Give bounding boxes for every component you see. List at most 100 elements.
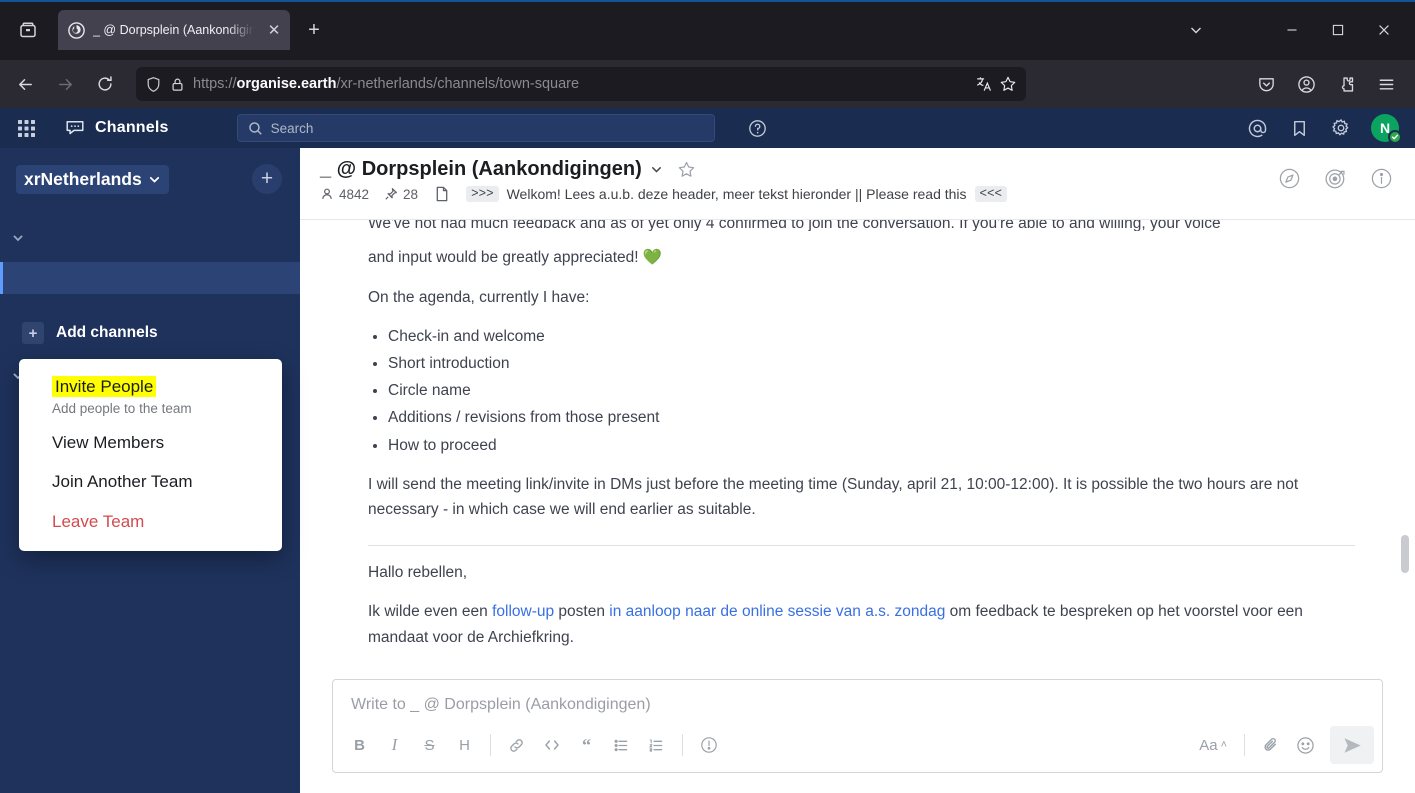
add-channels-button[interactable]: + Add channels <box>0 316 300 350</box>
account-icon[interactable] <box>1287 67 1325 101</box>
extensions-icon[interactable] <box>1327 67 1365 101</box>
mattermost-favicon <box>68 21 85 39</box>
plus-icon: + <box>22 322 44 344</box>
maximize-button[interactable] <box>1315 10 1361 50</box>
avatar[interactable]: N <box>1371 114 1402 144</box>
attach-file-icon[interactable] <box>1254 729 1287 762</box>
tab-close-icon[interactable]: ✕ <box>264 20 284 40</box>
new-tab-button[interactable]: + <box>297 13 331 47</box>
pocket-icon[interactable] <box>1247 67 1285 101</box>
menu-item-leave-team[interactable]: Leave Team <box>19 506 282 538</box>
sidebar-category-collapsed[interactable] <box>0 210 300 248</box>
channels-icon <box>64 117 86 139</box>
channel-members-count[interactable]: 4842 <box>320 187 369 202</box>
list-item: Check-in and welcome <box>388 324 1355 349</box>
menu-item-label: Join Another Team <box>52 472 193 491</box>
menu-item-label: Leave Team <box>52 511 145 531</box>
code-button[interactable] <box>535 729 568 762</box>
link-button[interactable] <box>500 729 533 762</box>
toolbar-divider <box>490 734 491 756</box>
toolbar-divider <box>682 734 683 756</box>
agenda-list: Check-in and welcome Short introduction … <box>388 324 1355 458</box>
link-online-sessie[interactable]: in aanloop naar de online sessie van a.s… <box>609 603 945 620</box>
channel-actions-target-icon[interactable] <box>1323 166 1347 190</box>
bookmark-star-icon[interactable] <box>999 75 1017 93</box>
italic-button[interactable]: I <box>378 729 411 762</box>
message-priority-icon[interactable] <box>692 729 725 762</box>
channel-title[interactable]: _ @ Dorpsplein (Aankondigingen) <box>320 158 642 181</box>
channel-header: _ @ Dorpsplein (Aankondigingen) 4842 28 … <box>300 148 1415 220</box>
post-list-scrollbar[interactable] <box>1401 535 1409 573</box>
favorite-star-icon[interactable] <box>677 160 696 179</box>
tab-title: _ @ Dorpsplein (Aankondiginge <box>93 23 256 37</box>
heading-button[interactable]: H <box>448 729 481 762</box>
message-input[interactable]: Write to _ @ Dorpsplein (Aankondigingen) <box>333 680 1382 720</box>
lock-icon[interactable] <box>170 77 185 92</box>
center-channel: _ @ Dorpsplein (Aankondigingen) 4842 28 … <box>300 148 1415 793</box>
link-follow-up[interactable]: follow-up <box>492 603 554 620</box>
menu-item-invite-people[interactable]: Invite People Add people to the team <box>19 371 282 419</box>
numbered-list-button[interactable] <box>640 729 673 762</box>
strikethrough-button[interactable]: S <box>413 729 446 762</box>
window-controls <box>1173 10 1407 50</box>
reload-button[interactable] <box>86 67 124 101</box>
quote-button[interactable]: “ <box>570 729 603 762</box>
product-switcher-icon[interactable] <box>12 114 40 142</box>
channel-pinned-count[interactable]: 28 <box>384 187 418 202</box>
list-all-tabs-button[interactable] <box>1173 10 1219 50</box>
post-divider <box>368 544 1355 546</box>
product-title[interactable]: Channels <box>64 117 169 139</box>
bulleted-list-button[interactable] <box>605 729 638 762</box>
search-placeholder: Search <box>270 120 314 136</box>
toggle-formatting-button[interactable]: Aa ˄ <box>1191 737 1235 754</box>
forward-button[interactable] <box>46 67 84 101</box>
search-box[interactable]: Search <box>236 114 715 142</box>
channel-files-icon[interactable] <box>435 186 449 202</box>
settings-gear-icon[interactable] <box>1329 116 1353 140</box>
help-icon[interactable] <box>743 113 773 143</box>
tab-strip: _ @ Dorpsplein (Aankondiginge ✕ + <box>0 0 1415 60</box>
url-bar[interactable]: https://organise.earth/xr-netherlands/ch… <box>136 67 1026 101</box>
browser-toolbar-actions <box>1247 67 1409 101</box>
recent-mentions-icon[interactable] <box>1245 116 1269 140</box>
menu-item-label: Invite People <box>52 376 157 397</box>
menu-item-view-members[interactable]: View Members <box>19 427 282 459</box>
product-name-label: Channels <box>95 119 169 136</box>
post-list[interactable]: We've not had much feedback and as of ye… <box>300 220 1415 679</box>
menu-item-sublabel: Add people to the team <box>52 400 192 416</box>
message-composer: Write to _ @ Dorpsplein (Aankondigingen)… <box>300 679 1415 793</box>
browser-navigation-bar: https://organise.earth/xr-netherlands/ch… <box>0 60 1415 108</box>
purpose-text: Welkom! Lees a.u.b. deze header, meer te… <box>506 186 967 202</box>
list-item: Short introduction <box>388 351 1355 376</box>
firefox-view-button[interactable] <box>8 10 48 50</box>
menu-item-join-another-team[interactable]: Join Another Team <box>19 466 282 498</box>
bold-button[interactable]: B <box>343 729 376 762</box>
list-item: Additions / revisions from those present <box>388 405 1355 430</box>
menu-item-label: View Members <box>52 432 165 452</box>
minimize-button[interactable] <box>1269 10 1315 50</box>
post-paragraph: and input would be greatly appreciated! … <box>368 249 663 266</box>
global-header-actions: N <box>1245 114 1403 144</box>
send-message-button[interactable] <box>1330 726 1374 764</box>
chevron-down-icon[interactable] <box>650 163 663 176</box>
mattermost-app: Channels Search N xrNetherlands + + Add … <box>0 108 1415 793</box>
sidebar-item-active-channel[interactable] <box>0 262 300 294</box>
channel-info-icon[interactable] <box>1369 166 1393 190</box>
playbooks-icon[interactable] <box>1277 166 1301 190</box>
back-button[interactable] <box>6 67 44 101</box>
translate-icon[interactable] <box>975 75 993 93</box>
app-menu-icon[interactable] <box>1367 67 1405 101</box>
browser-tab[interactable]: _ @ Dorpsplein (Aankondiginge ✕ <box>58 10 290 50</box>
saved-posts-icon[interactable] <box>1287 116 1311 140</box>
text-segment: posten <box>554 603 610 621</box>
browser-window: _ @ Dorpsplein (Aankondiginge ✕ + https:… <box>0 0 1415 793</box>
url-text: https://organise.earth/xr-netherlands/ch… <box>193 76 580 92</box>
post-paragraph-with-links: Ik wilde even een follow-up posten in aa… <box>368 599 1355 650</box>
emoji-picker-icon[interactable] <box>1289 729 1322 762</box>
browse-or-create-channel-button[interactable]: + <box>252 164 282 194</box>
close-window-button[interactable] <box>1361 10 1407 50</box>
team-dropdown-button[interactable]: xrNetherlands <box>16 164 169 194</box>
channel-purpose[interactable]: >>> Welkom! Lees a.u.b. deze header, mee… <box>466 186 1008 202</box>
post-clipped-line: We've not had much feedback and as of ye… <box>368 220 1221 231</box>
tracking-shield-icon[interactable] <box>145 76 162 93</box>
